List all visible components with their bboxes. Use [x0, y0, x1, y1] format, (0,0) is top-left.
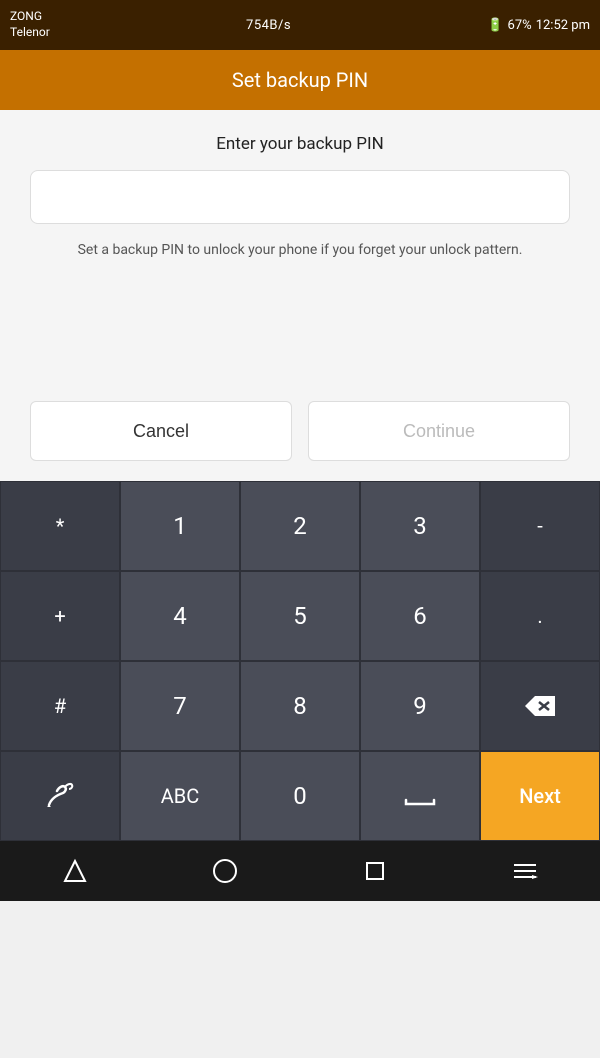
keyboard-row-2: + 4 5 6 . [0, 571, 600, 661]
key-hash[interactable]: # [0, 661, 120, 751]
content-area: Enter your backup PIN Set a backup PIN t… [0, 110, 600, 281]
keyboard: * 1 2 3 - + 4 5 6 . # 7 8 9 [0, 481, 600, 841]
key-handwrite[interactable] [0, 751, 120, 841]
keyboard-row-4: ABC 0 Next [0, 751, 600, 841]
spacer [0, 281, 600, 391]
status-bar: ZONG Telenor 754B/s 🔋 67% 12:52 pm [0, 0, 600, 50]
key-8[interactable]: 8 [240, 661, 360, 751]
title-bar: Set backup PIN [0, 50, 600, 110]
key-9[interactable]: 9 [360, 661, 480, 751]
carrier1-label: ZONG [10, 9, 50, 25]
key-dash[interactable]: - [480, 481, 600, 571]
next-button[interactable]: Next [480, 751, 600, 841]
battery-icon: 🔋 [487, 18, 503, 33]
action-buttons: Cancel Continue [0, 391, 600, 481]
recents-nav-icon[interactable] [360, 856, 390, 886]
key-5[interactable]: 5 [240, 571, 360, 661]
key-7[interactable]: 7 [120, 661, 240, 751]
network-speed: 754B/s [246, 18, 291, 33]
nav-bar [0, 841, 600, 901]
carrier2-label: Telenor [10, 25, 50, 41]
key-0[interactable]: 0 [240, 751, 360, 841]
key-space[interactable] [360, 751, 480, 841]
cancel-button[interactable]: Cancel [30, 401, 292, 461]
battery-level: 67% [508, 18, 532, 33]
key-plus[interactable]: + [0, 571, 120, 661]
hint-text: Set a backup PIN to unlock your phone if… [68, 240, 533, 261]
continue-button[interactable]: Continue [308, 401, 570, 461]
status-right: 🔋 67% 12:52 pm [487, 18, 590, 33]
key-1[interactable]: 1 [120, 481, 240, 571]
enter-pin-label: Enter your backup PIN [216, 134, 384, 154]
keyboard-row-1: * 1 2 3 - [0, 481, 600, 571]
key-6[interactable]: 6 [360, 571, 480, 661]
key-4[interactable]: 4 [120, 571, 240, 661]
key-2[interactable]: 2 [240, 481, 360, 571]
home-nav-icon[interactable] [210, 856, 240, 886]
key-asterisk[interactable]: * [0, 481, 120, 571]
menu-nav-icon[interactable] [510, 856, 540, 886]
pin-input[interactable] [45, 187, 555, 208]
page-title: Set backup PIN [232, 68, 368, 92]
clock: 12:52 pm [536, 18, 590, 33]
key-abc[interactable]: ABC [120, 751, 240, 841]
key-dot[interactable]: . [480, 571, 600, 661]
pin-input-wrapper[interactable] [30, 170, 570, 224]
keyboard-row-3: # 7 8 9 [0, 661, 600, 751]
carrier-info: ZONG Telenor [10, 9, 50, 40]
key-3[interactable]: 3 [360, 481, 480, 571]
key-backspace[interactable] [480, 661, 600, 751]
back-nav-icon[interactable] [60, 856, 90, 886]
